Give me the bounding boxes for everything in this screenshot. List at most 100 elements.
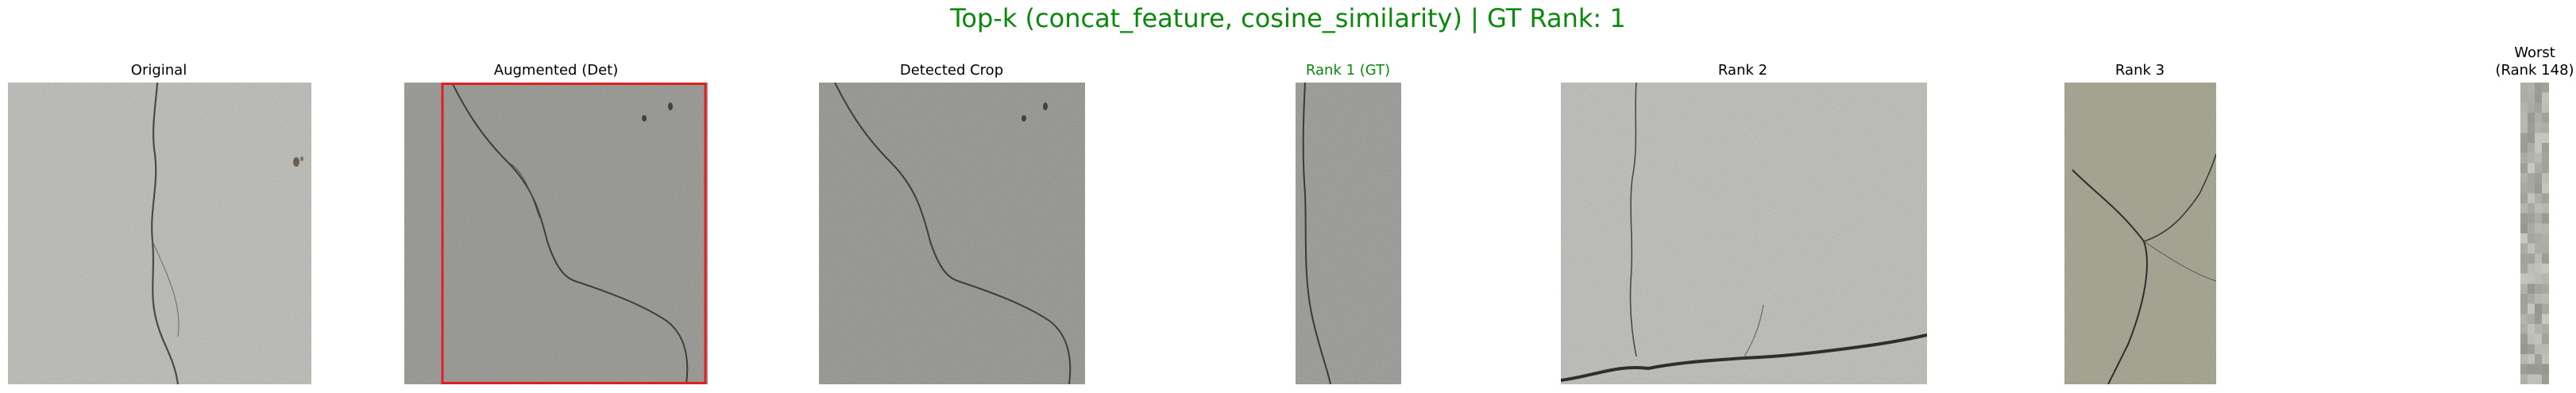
panel-title-rank2: Rank 2: [1717, 62, 1768, 79]
worst-pixel: [2535, 324, 2542, 334]
worst-pixel: [2520, 122, 2528, 133]
worst-pixel: [2542, 152, 2549, 164]
worst-pixel: [2528, 264, 2535, 274]
worst-pixel: [2542, 83, 2549, 93]
worst-pixel: [2520, 173, 2528, 183]
worst-pixel: [2535, 264, 2542, 274]
worst-pixel: [2520, 163, 2528, 173]
worst-pixel: [2542, 203, 2549, 214]
worst-pixel: [2535, 133, 2542, 143]
worst-pixel: [2528, 273, 2535, 284]
worst-pixel: [2520, 273, 2528, 284]
worst-pixel: [2520, 193, 2528, 203]
worst-pixel: [2528, 193, 2535, 203]
worst-pixel: [2528, 354, 2535, 364]
worst-pixel: [2535, 223, 2542, 233]
worst-pixel: [2528, 294, 2535, 304]
worst-pixel: [2528, 243, 2535, 254]
worst-pixel: [2528, 344, 2535, 354]
worst-pixel: [2535, 303, 2542, 314]
worst-pixel: [2520, 283, 2528, 294]
worst-pixel: [2542, 303, 2549, 314]
worst-pixel: [2528, 83, 2535, 93]
worst-pixel: [2542, 314, 2549, 324]
worst-pixel: [2535, 314, 2542, 324]
worst-pixel: [2528, 122, 2535, 133]
worst-pixel: [2528, 303, 2535, 314]
worst-pixel: [2542, 223, 2549, 233]
worst-pixel: [2528, 314, 2535, 324]
worst-pixel: [2535, 213, 2542, 224]
panel-title-detected: Detected Crop: [899, 62, 1004, 79]
worst-pixel: [2520, 303, 2528, 314]
worst-pixel: [2528, 213, 2535, 224]
worst-pixel: [2528, 113, 2535, 123]
worst-pixel: [2520, 374, 2528, 384]
worst-pixel: [2528, 173, 2535, 183]
worst-pixel: [2535, 102, 2542, 113]
worst-pixel: [2528, 133, 2535, 143]
worst-pixel: [2542, 243, 2549, 254]
worst-pixel: [2520, 223, 2528, 233]
worst-pixel: [2528, 253, 2535, 264]
worst-pixel: [2528, 374, 2535, 384]
worst-pixel: [2542, 273, 2549, 284]
worst-pixel: [2542, 333, 2549, 345]
worst-pixel: [2535, 83, 2542, 93]
worst-pixel: [2520, 314, 2528, 324]
worst-pixel: [2520, 344, 2528, 354]
worst-pixel: [2535, 344, 2542, 354]
panel-title-rank3: Rank 3: [2114, 62, 2165, 79]
worst-pixel: [2542, 283, 2549, 294]
worst-pixel: [2535, 193, 2542, 203]
worst-pixel: [2542, 374, 2549, 384]
worst-pixel: [2542, 253, 2549, 264]
worst-pixel: [2542, 113, 2549, 123]
worst-pixel: [2520, 324, 2528, 334]
worst-pixel: [2542, 102, 2549, 113]
worst-pixel: [2520, 133, 2528, 143]
worst-pixel: [2542, 294, 2549, 304]
worst-pixel: [2542, 173, 2549, 183]
worst-pixel: [2528, 152, 2535, 164]
worst-pixel: [2535, 333, 2542, 345]
worst-pixel: [2542, 364, 2549, 375]
worst-pixel: [2520, 213, 2528, 224]
panel-title-augmented: Augmented (Det): [493, 62, 619, 79]
original-image: [8, 83, 311, 384]
panel-title-original: Original: [130, 62, 187, 79]
worst-pixel: [2528, 203, 2535, 214]
worst-pixel: [2520, 83, 2528, 93]
worst-pixel: [2528, 233, 2535, 244]
worst-pixel: [2542, 354, 2549, 364]
panel-title-worst: Worst (Rank 148): [2495, 44, 2574, 79]
worst-pixel: [2528, 143, 2535, 153]
worst-pixel: [2520, 243, 2528, 254]
worst-pixel: [2520, 354, 2528, 364]
worst-pixel: [2528, 324, 2535, 334]
worst-pixel: [2542, 344, 2549, 354]
worst-pixel: [2520, 92, 2528, 103]
worst-pixel: [2535, 273, 2542, 284]
worst-pixel: [2520, 143, 2528, 153]
worst-pixel: [2520, 253, 2528, 264]
augmented-image: [404, 83, 708, 384]
worst-pixel: [2520, 183, 2528, 194]
panel-title-worst-line1: Worst: [2514, 44, 2555, 61]
worst-pixel: [2535, 163, 2542, 173]
worst-pixel: [2542, 122, 2549, 133]
figure-title: Top-k (concat_feature, cosine_similarity…: [950, 3, 1626, 33]
worst-pixel: [2535, 152, 2542, 164]
worst-pixel: [2520, 333, 2528, 345]
rank2-image: [1561, 83, 1927, 384]
worst-pixel: [2535, 122, 2542, 133]
worst-pixel: [2520, 113, 2528, 123]
worst-pixel: [2542, 264, 2549, 274]
worst-pixel: [2520, 203, 2528, 214]
worst-pixel: [2542, 324, 2549, 334]
worst-pixel: [2535, 243, 2542, 254]
panel-title-worst-line2: (Rank 148): [2495, 62, 2574, 79]
worst-pixel: [2520, 233, 2528, 244]
rank1-image: [1296, 83, 1401, 384]
worst-pixel: [2535, 253, 2542, 264]
